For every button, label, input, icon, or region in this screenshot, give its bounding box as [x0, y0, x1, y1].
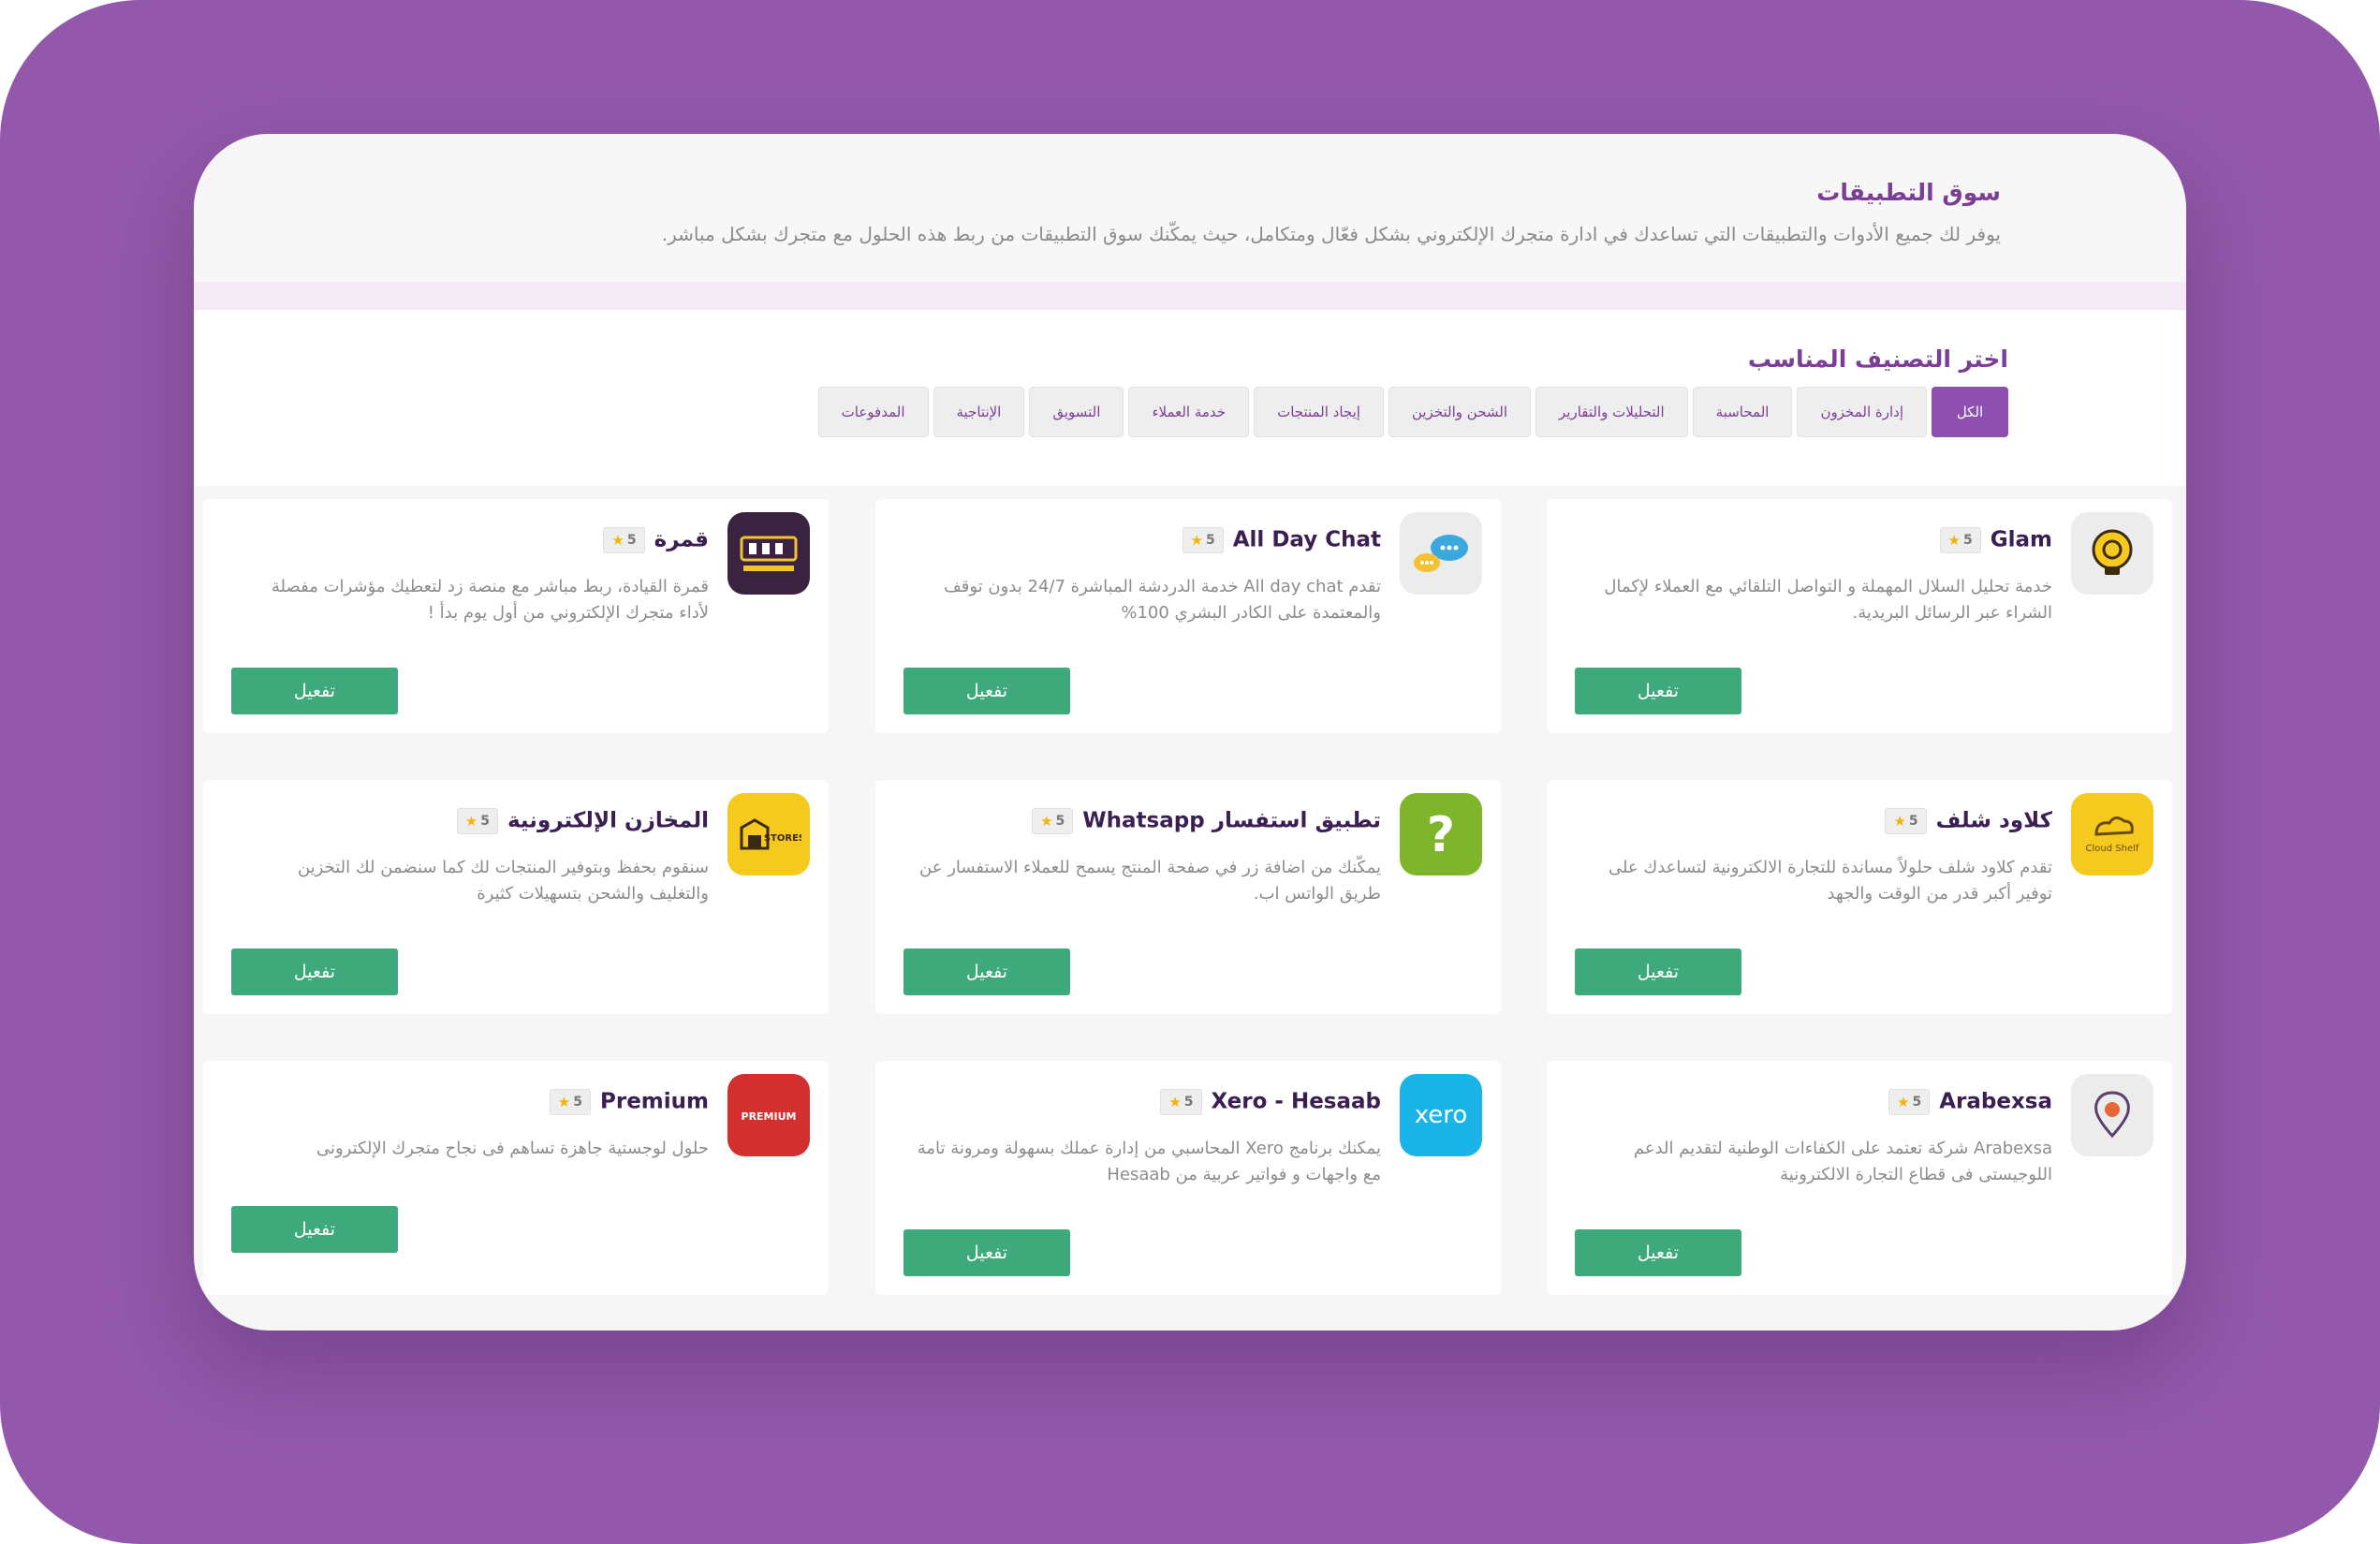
- cloud-shelf-logo: Cloud Shelf: [2071, 793, 2153, 875]
- xero-logo: xero: [1400, 1074, 1482, 1156]
- background-frame: سوق التطبيقات يوفر لك جميع الأدوات والتط…: [0, 0, 2380, 1544]
- app-description: خدمة تحليل السلال المهملة و التواصل التل…: [1604, 577, 2052, 623]
- rating-badge: ★ 5: [1182, 527, 1224, 553]
- app-description: يمكنك برنامج Xero المحاسبي من إدارة عملك…: [917, 1139, 1381, 1184]
- rating-badge: ★ 5: [1939, 527, 1981, 553]
- svg-text:?: ?: [1427, 807, 1455, 862]
- map-pin-icon: [2071, 1074, 2153, 1156]
- question-mark-icon: ?: [1400, 793, 1482, 875]
- tab-accounting[interactable]: المحاسبة: [1692, 387, 1793, 437]
- rating-badge: ★ 5: [1885, 808, 1927, 834]
- activate-button[interactable]: تفعيل: [1575, 668, 1741, 714]
- app-card-glam: Glam ★ 5 خدمة تحليل السلال المهملة و التوا…: [1547, 499, 2172, 733]
- svg-text:Cloud Shelf: Cloud Shelf: [2086, 844, 2139, 854]
- app-name: Xero - Hesaab ★ 5: [1160, 1089, 1381, 1115]
- app-description: سنقوم بحفظ وبتوفير المنتجات لك كما سنضمن…: [297, 858, 709, 904]
- page-description: يوفر لك جميع الأدوات والتطبيقات التي تسا…: [661, 223, 2001, 245]
- header-divider: [194, 282, 2186, 310]
- app-description: تقدم All day chat خدمة الدردشة المباشرة …: [944, 577, 1381, 623]
- app-name: المخازن الإلكترونية ★ 5: [456, 808, 709, 834]
- activate-button[interactable]: تفعيل: [904, 1229, 1070, 1276]
- category-section: اختر التصنيف المناسب الكل إدارة المخزون …: [194, 310, 2186, 486]
- rating-badge: ★ 5: [1888, 1089, 1931, 1115]
- app-card-e-stores: STORES المخازن الإلكترونية ★ 5 سنقوم بحفظ …: [203, 780, 829, 1014]
- activate-button[interactable]: تفعيل: [231, 948, 398, 995]
- qumra-logo: [727, 512, 810, 595]
- star-icon: ★: [1040, 813, 1053, 830]
- app-name: كلاود شلف ★ 5: [1885, 808, 2052, 834]
- app-name: تطبيق استفسار Whatsapp ★ 5: [1032, 808, 1381, 834]
- warehouse-logo: STORES: [727, 793, 810, 875]
- rating-badge: ★ 5: [549, 1089, 591, 1115]
- svg-text:STORES: STORES: [764, 833, 801, 844]
- lightbulb-icon: [2071, 512, 2153, 595]
- rating-badge: ★ 5: [456, 808, 498, 834]
- star-icon: ★: [611, 532, 624, 549]
- app-card-qumra: قمرة ★ 5 قمرة القيادة، ربط مباشر مع منصة ز…: [203, 499, 829, 733]
- tab-analytics[interactable]: التحليلات والتقارير: [1535, 387, 1688, 437]
- activate-button[interactable]: تفعيل: [231, 1206, 398, 1253]
- app-name: All Day Chat ★ 5: [1182, 527, 1381, 553]
- tab-customer-service[interactable]: خدمة العملاء: [1128, 387, 1250, 437]
- app-card-xero-hesaab: xero Xero - Hesaab ★ 5 يمكنك برنامج Xero ا…: [875, 1061, 1501, 1295]
- page-header: سوق التطبيقات يوفر لك جميع الأدوات والتط…: [194, 134, 2186, 283]
- rating-badge: ★ 5: [1032, 808, 1074, 834]
- app-name: Premium ★ 5: [549, 1089, 709, 1115]
- app-card-premium: PREMIUM Premium ★ 5 حلول لوجستية جاهزة تسا…: [203, 1061, 829, 1295]
- app-name: قمرة ★ 5: [603, 527, 709, 553]
- star-icon: ★: [1190, 532, 1203, 549]
- app-card-whatsapp-inquiry: ? تطبيق استفسار Whatsapp ★ 5 يمكّنك من اضا…: [875, 780, 1501, 1014]
- svg-text:xero: xero: [1415, 1101, 1468, 1129]
- app-name: Glam ★ 5: [1939, 527, 2052, 553]
- tab-inventory[interactable]: إدارة المخزون: [1797, 387, 1927, 437]
- rating-badge: ★ 5: [603, 527, 645, 553]
- star-icon: ★: [1893, 813, 1906, 830]
- star-icon: ★: [1947, 532, 1961, 549]
- app-description: حلول لوجستية جاهزة تساهم فى نجاح متجرك ا…: [316, 1139, 709, 1158]
- activate-button[interactable]: تفعيل: [904, 948, 1070, 995]
- app-marketplace-window: سوق التطبيقات يوفر لك جميع الأدوات والتط…: [194, 134, 2186, 1331]
- page-title: سوق التطبيقات: [1816, 179, 2001, 206]
- app-description: يمكّنك من اضافة زر في صفحة المنتج يسمح ل…: [919, 858, 1381, 904]
- activate-button[interactable]: تفعيل: [904, 668, 1070, 714]
- app-description: Arabexsa شركة تعتمد على الكفاءات الوطنية…: [1633, 1139, 2052, 1184]
- app-description: قمرة القيادة، ربط مباشر مع منصة زد لتعطي…: [271, 577, 709, 623]
- category-tabs: الكل إدارة المخزون المحاسبة التحليلات وا…: [817, 387, 2008, 437]
- tab-productivity[interactable]: الإنتاجية: [933, 387, 1025, 437]
- activate-button[interactable]: تفعيل: [1575, 948, 1741, 995]
- activate-button[interactable]: تفعيل: [231, 668, 398, 714]
- tab-payments[interactable]: المدفوعات: [817, 387, 929, 437]
- activate-button[interactable]: تفعيل: [1575, 1229, 1741, 1276]
- category-title: اختر التصنيف المناسب: [1747, 346, 2008, 373]
- tab-all[interactable]: الكل: [1932, 387, 2008, 437]
- app-card-all-day-chat: All Day Chat ★ 5 تقدم All day chat خدمة ال…: [875, 499, 1501, 733]
- chat-bubbles-icon: [1400, 512, 1482, 595]
- tab-product-sourcing[interactable]: إيجاد المنتجات: [1254, 387, 1384, 437]
- star-icon: ★: [1168, 1094, 1182, 1110]
- star-icon: ★: [464, 813, 478, 830]
- star-icon: ★: [1897, 1094, 1910, 1110]
- app-card-cloud-shelf: Cloud Shelf كلاود شلف ★ 5 تقدم كلاود شلف ح…: [1547, 780, 2172, 1014]
- star-icon: ★: [557, 1094, 571, 1110]
- rating-badge: ★ 5: [1160, 1089, 1202, 1115]
- app-card-arabexsa: Arabexsa ★ 5 Arabexsa شركة تعتمد على الكفا…: [1547, 1061, 2172, 1295]
- tab-shipping[interactable]: الشحن والتخزين: [1388, 387, 1532, 437]
- app-description: تقدم كلاود شلف حلولاً مساندة للتجارة الا…: [1608, 858, 2052, 904]
- svg-text:PREMIUM: PREMIUM: [742, 1110, 797, 1123]
- premium-logo: PREMIUM: [727, 1074, 810, 1156]
- app-name: Arabexsa ★ 5: [1888, 1089, 2052, 1115]
- tab-marketing[interactable]: التسويق: [1029, 387, 1124, 437]
